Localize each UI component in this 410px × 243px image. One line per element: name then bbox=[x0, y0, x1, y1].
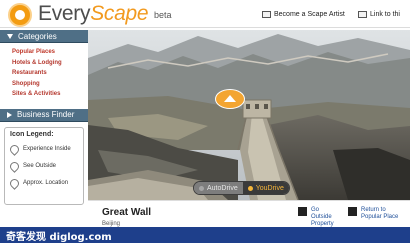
become-artist-link[interactable]: Become a Scape Artist bbox=[262, 11, 345, 18]
category-shopping[interactable]: Shopping bbox=[12, 79, 88, 90]
category-sites-activities[interactable]: Sites & Activities bbox=[12, 89, 88, 100]
chevron-down-icon bbox=[7, 33, 13, 39]
autodrive-option[interactable]: AutoDrive bbox=[194, 182, 243, 194]
panorama-viewer[interactable]: AutoDrive YouDrive bbox=[88, 30, 410, 200]
legend-label: Experience Inside bbox=[23, 146, 71, 152]
return-popular-link[interactable]: Return to Popular Place bbox=[348, 207, 398, 221]
great-wall-panorama-image bbox=[88, 30, 410, 200]
legend-label: See Outside bbox=[23, 163, 57, 169]
watermark-bar: 奇客发现 diglog.com bbox=[0, 227, 410, 243]
place-title: Great Wall bbox=[102, 207, 152, 218]
youdrive-option[interactable]: YouDrive bbox=[242, 182, 289, 194]
everyscape-logo-icon[interactable] bbox=[8, 3, 32, 27]
icon-legend: Icon Legend: Experience Inside See Outsi… bbox=[4, 126, 84, 205]
brand-scape: Scape bbox=[90, 2, 149, 25]
approx-location-pin-icon bbox=[8, 176, 21, 190]
go-outside-label: Go Outside Property bbox=[311, 207, 334, 227]
autodrive-dot-icon bbox=[199, 185, 204, 191]
navigate-forward-button[interactable] bbox=[215, 89, 245, 109]
legend-item: See Outside bbox=[8, 158, 79, 175]
outside-icon bbox=[298, 207, 307, 216]
categories-title: Categories bbox=[18, 31, 57, 41]
legend-title: Icon Legend: bbox=[10, 130, 54, 138]
legend-item: Approx. Location bbox=[8, 175, 79, 192]
link-to-page-link[interactable]: Link to thi bbox=[358, 11, 400, 18]
brand-every: Every bbox=[38, 2, 91, 25]
chevron-right-icon bbox=[7, 111, 12, 118]
sidebar: Categories Popular Places Hotels & Lodgi… bbox=[0, 30, 88, 227]
category-restaurants[interactable]: Restaurants bbox=[12, 68, 88, 79]
beta-label: beta bbox=[154, 10, 172, 20]
youdrive-label: YouDrive bbox=[255, 184, 284, 192]
category-popular-places[interactable]: Popular Places bbox=[12, 47, 88, 58]
category-hotels-lodging[interactable]: Hotels & Lodging bbox=[12, 58, 88, 69]
camera-icon bbox=[262, 11, 271, 18]
watermark-text: 奇客发现 diglog.com bbox=[6, 231, 112, 243]
autodrive-label: AutoDrive bbox=[207, 184, 238, 192]
everyscape-page: EveryScape beta Become a Scape Artist Li… bbox=[0, 0, 410, 243]
return-icon bbox=[348, 207, 357, 216]
business-finder-title: Business Finder bbox=[17, 110, 75, 119]
place-info-bar: Great Wall Beijing Go Outside Property R… bbox=[88, 200, 410, 227]
drive-mode-toggle[interactable]: AutoDrive YouDrive bbox=[193, 181, 290, 195]
legend-item: Experience Inside bbox=[8, 141, 79, 158]
business-finder-header[interactable]: Business Finder bbox=[0, 108, 88, 122]
become-artist-label: Become a Scape Artist bbox=[274, 11, 345, 18]
link-to-page-label: Link to thi bbox=[370, 11, 400, 18]
link-icon bbox=[358, 11, 367, 18]
experience-inside-pin-icon bbox=[8, 142, 21, 156]
go-outside-link[interactable]: Go Outside Property bbox=[298, 207, 334, 228]
legend-label: Approx. Location bbox=[23, 180, 69, 186]
brand-logo[interactable]: EveryScape bbox=[38, 2, 149, 26]
see-outside-pin-icon bbox=[8, 159, 21, 173]
categories-header[interactable]: Categories bbox=[0, 30, 88, 43]
up-arrow-icon bbox=[224, 94, 236, 102]
return-label: Return to Popular Place bbox=[361, 207, 399, 220]
youdrive-dot-icon bbox=[247, 185, 253, 191]
category-list: Popular Places Hotels & Lodging Restaura… bbox=[0, 43, 88, 104]
header: EveryScape beta Become a Scape Artist Li… bbox=[0, 0, 410, 28]
